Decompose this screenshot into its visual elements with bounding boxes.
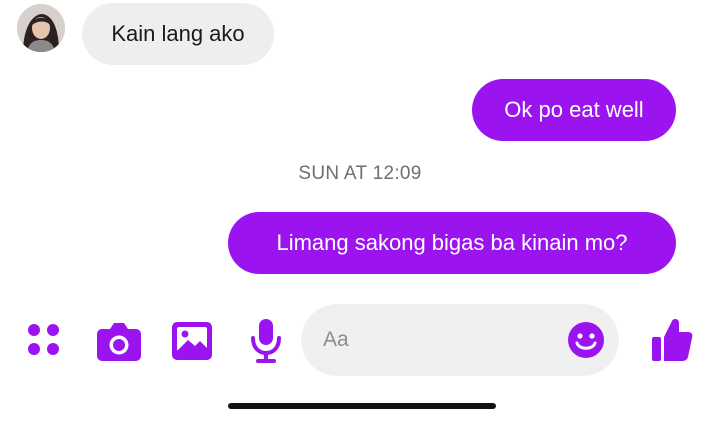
camera-icon[interactable] bbox=[96, 320, 142, 362]
contact-avatar[interactable] bbox=[17, 4, 65, 52]
emoji-icon[interactable] bbox=[567, 321, 605, 359]
message-text: Limang sakong bigas ba kinain mo? bbox=[276, 230, 628, 255]
message-timestamp: SUN AT 12:09 bbox=[298, 163, 422, 184]
apps-icon[interactable] bbox=[26, 322, 62, 358]
outgoing-message-bubble[interactable]: Limang sakong bigas ba kinain mo? bbox=[228, 212, 676, 274]
message-input[interactable] bbox=[323, 304, 563, 376]
message-text: Kain lang ako bbox=[111, 21, 245, 46]
thumbs-up-icon[interactable] bbox=[651, 317, 693, 363]
avatar-photo bbox=[17, 4, 65, 52]
message-composer[interactable] bbox=[301, 304, 619, 376]
outgoing-message-bubble[interactable]: Ok po eat well bbox=[472, 79, 676, 141]
message-text: Ok po eat well bbox=[504, 97, 644, 122]
incoming-message-bubble[interactable]: Kain lang ako bbox=[82, 3, 274, 65]
image-icon[interactable] bbox=[171, 321, 213, 361]
microphone-icon[interactable] bbox=[249, 318, 283, 364]
home-indicator[interactable] bbox=[228, 403, 496, 409]
